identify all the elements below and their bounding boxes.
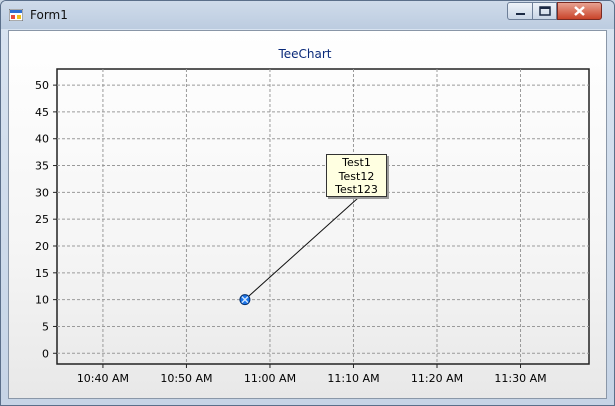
close-button[interactable] <box>557 2 602 20</box>
annotation-line-1: Test1 <box>342 156 371 169</box>
y-tick-label-3: 15 <box>35 267 49 280</box>
title-bar[interactable]: Form1 <box>1 1 614 29</box>
annotation-callout[interactable]: Test1 Test12 Test123 <box>326 154 387 197</box>
y-tick-label-4: 20 <box>35 240 49 253</box>
y-tick-label-10: 50 <box>35 79 49 92</box>
x-tick-label-5: 11:30 AM <box>494 372 546 385</box>
y-tick-label-6: 30 <box>35 186 49 199</box>
form-icon <box>9 9 23 21</box>
y-tick-label-9: 45 <box>35 106 49 119</box>
maximize-icon <box>539 6 551 16</box>
x-tick-label-2: 11:00 AM <box>244 372 296 385</box>
window-title: Form1 <box>30 8 68 22</box>
client-area: TeeChart 0 5 10 15 20 25 30 35 40 45 50 10:40 AM 10… <box>8 30 607 399</box>
y-tick-label-2: 10 <box>35 294 49 307</box>
series-points <box>239 294 251 306</box>
x-tick-label-0: 10:40 AM <box>77 372 129 385</box>
annotation-line-3: Test123 <box>335 183 378 196</box>
minimize-icon <box>516 13 525 15</box>
x-tick-label-4: 11:20 AM <box>411 372 463 385</box>
form-window: Form1 TeeChart 0 5 10 15 20 25 30 35 40 45 50 10:4… <box>0 0 615 406</box>
y-axis: 0 5 10 15 20 25 30 35 40 45 50 <box>35 79 57 360</box>
chart-title: TeeChart <box>277 47 331 61</box>
x-tick-label-3: 11:10 AM <box>327 372 379 385</box>
minimize-button[interactable] <box>507 2 533 20</box>
x-grid <box>102 69 522 364</box>
y-tick-label-0: 0 <box>42 347 49 360</box>
y-tick-label-8: 40 <box>35 133 49 146</box>
x-tick-label-1: 10:50 AM <box>160 372 212 385</box>
annotation-line-2: Test12 <box>338 169 375 183</box>
y-tick-label-1: 5 <box>42 320 49 333</box>
maximize-button[interactable] <box>532 2 557 20</box>
y-tick-label-7: 35 <box>35 160 49 173</box>
annotation-callout-line <box>244 197 359 301</box>
y-grid <box>57 84 589 354</box>
x-axis: 10:40 AM 10:50 AM 11:00 AM 11:10 AM 11:20 AM… <box>77 364 547 385</box>
teechart[interactable]: TeeChart 05101520253035404550 10:40 AM 10… <box>9 31 606 398</box>
plot-area <box>56 68 590 365</box>
close-icon <box>574 6 585 16</box>
y-tick-label-5: 25 <box>35 213 49 226</box>
